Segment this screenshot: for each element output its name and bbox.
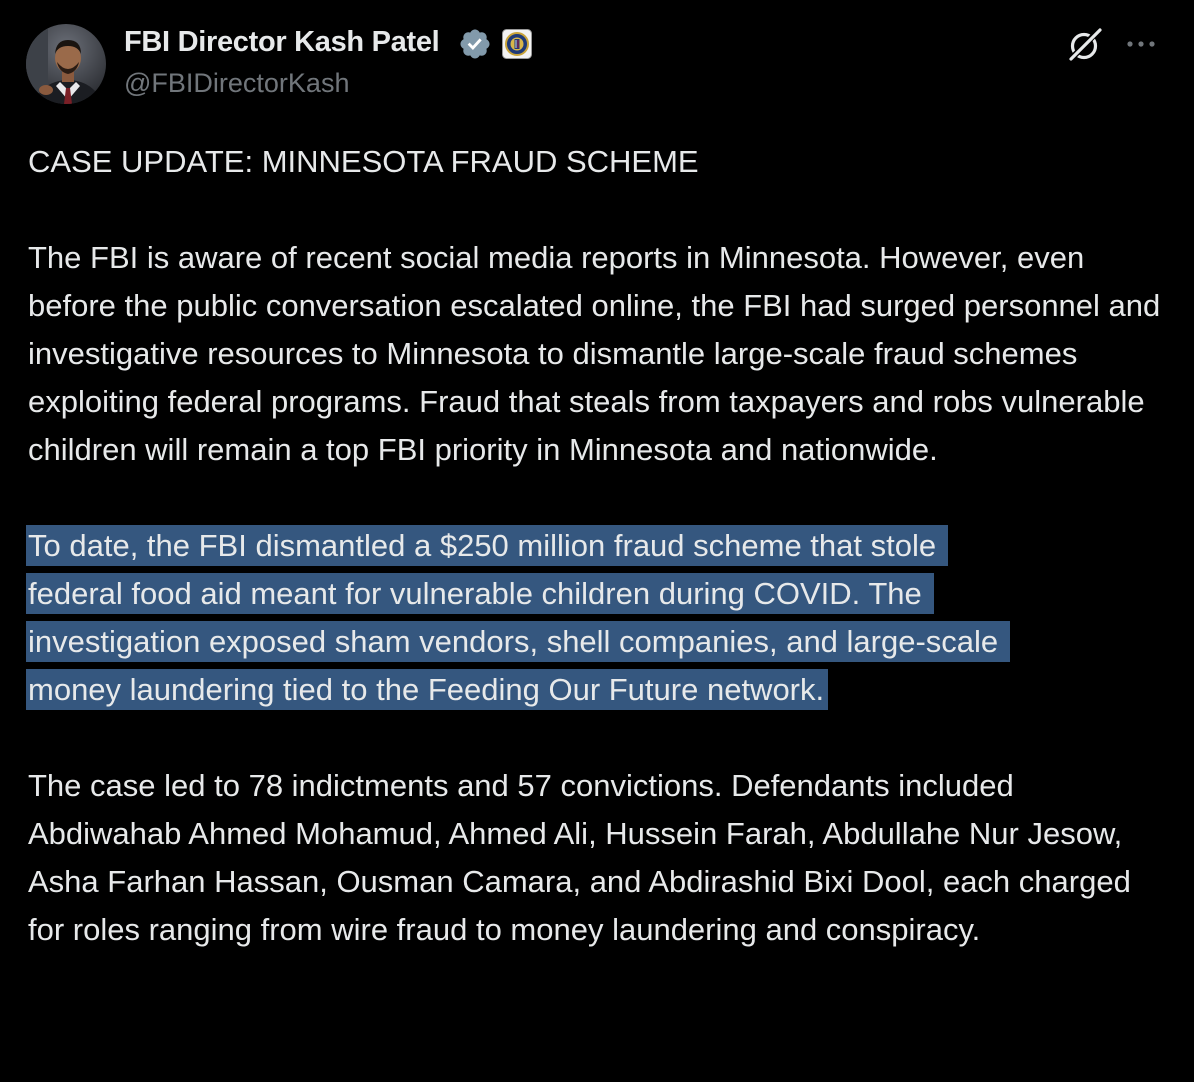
- more-options-icon[interactable]: [1124, 30, 1158, 58]
- post-paragraph-3: The case led to 78 indictments and 57 co…: [28, 768, 1131, 947]
- fbi-seal-icon[interactable]: [502, 29, 532, 59]
- author-avatar[interactable]: [26, 24, 106, 104]
- post-card: FBI Director Kash Patel @FBIDirectorKash: [0, 0, 1194, 1082]
- author-handle[interactable]: @FBIDirectorKash: [124, 68, 349, 99]
- selected-paragraph[interactable]: To date, the FBI dismantled a $250 milli…: [26, 522, 1168, 714]
- grok-icon[interactable]: [1066, 26, 1104, 64]
- selected-line: money laundering tied to the Feeding Our…: [26, 666, 1168, 714]
- post-paragraph-1: The FBI is aware of recent social media …: [28, 240, 1161, 467]
- author-display-name[interactable]: FBI Director Kash Patel: [124, 26, 440, 59]
- post-heading: CASE UPDATE: MINNESOTA FRAUD SCHEME: [28, 144, 699, 179]
- selected-line: investigation exposed sham vendors, shel…: [26, 618, 1168, 666]
- verified-badge-icon[interactable]: [458, 27, 492, 61]
- post-text: CASE UPDATE: MINNESOTA FRAUD SCHEME The …: [26, 138, 1168, 954]
- selected-line: federal food aid meant for vulnerable ch…: [26, 570, 1168, 618]
- selected-line: To date, the FBI dismantled a $250 milli…: [26, 522, 1168, 570]
- author-badges: [458, 28, 532, 60]
- profile-photo-icon: [26, 24, 106, 104]
